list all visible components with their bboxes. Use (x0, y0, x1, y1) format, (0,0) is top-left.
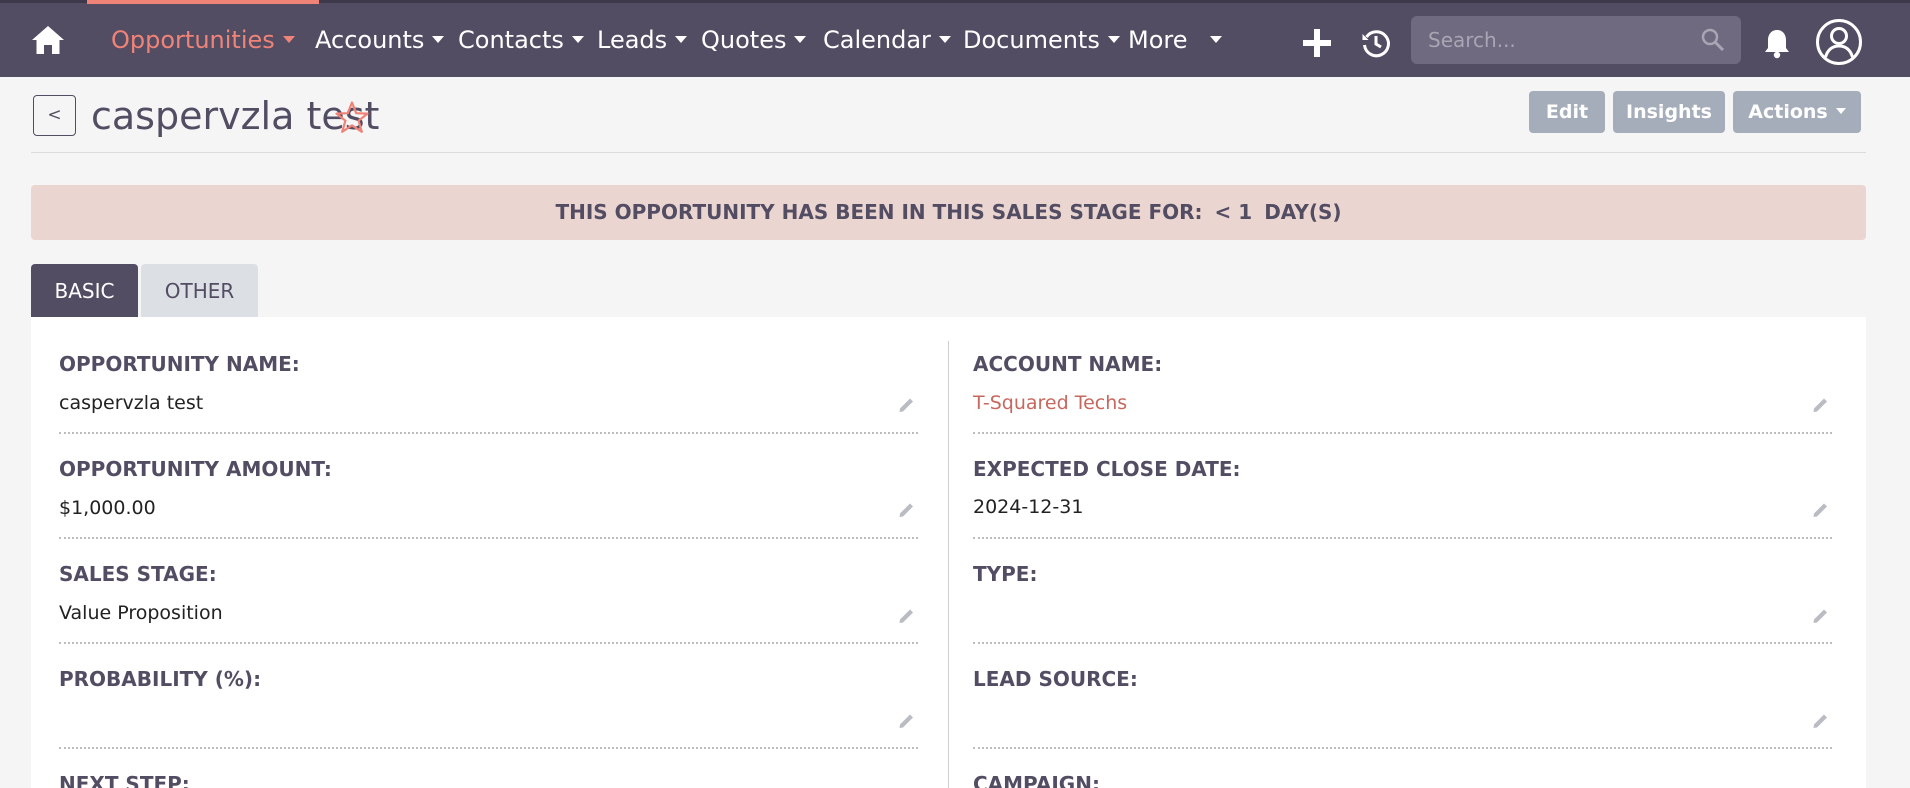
next-step-label: NEXT STEP: (59, 772, 190, 788)
pencil-icon[interactable] (897, 499, 917, 519)
field-divider (973, 642, 1832, 644)
chevron-down-icon (794, 35, 807, 43)
nav-item-label: Documents (963, 26, 1100, 54)
search-box[interactable] (1411, 16, 1741, 64)
campaign-label: CAMPAIGN: (973, 772, 1100, 788)
tab-basic[interactable]: BASIC (31, 264, 138, 317)
nav-item-label: Contacts (458, 26, 564, 54)
chevron-down-icon (571, 35, 584, 43)
field-divider (59, 432, 918, 434)
back-button[interactable]: < (33, 95, 76, 136)
opportunity-amount-value: $1,000.00 (59, 497, 156, 519)
opportunity-name-value: caspervzla test (59, 392, 204, 414)
plus-icon[interactable] (1302, 28, 1332, 58)
field-divider (59, 747, 918, 749)
chevron-down-icon (1107, 35, 1120, 43)
nav-item-quotes[interactable]: Quotes (701, 0, 807, 77)
user-icon[interactable] (1815, 18, 1863, 66)
pencil-icon[interactable] (1811, 605, 1831, 625)
opportunity-name-label: OPPORTUNITY NAME: (59, 352, 300, 376)
chevron-down-icon (1835, 107, 1846, 114)
chevron-down-icon (938, 35, 951, 43)
history-icon[interactable] (1361, 28, 1391, 58)
probability-label: PROBABILITY (%): (59, 667, 262, 691)
nav-item-contacts[interactable]: Contacts (458, 0, 584, 77)
pencil-icon[interactable] (897, 710, 917, 730)
column-divider (948, 341, 949, 788)
nav-item-label: Opportunities (111, 26, 275, 54)
edit-button[interactable]: Edit (1529, 91, 1605, 133)
nav-item-label: Accounts (315, 26, 425, 54)
lead-source-label: LEAD SOURCE: (973, 667, 1138, 691)
type-label: TYPE: (973, 562, 1038, 586)
nav-item-more[interactable]: More (1128, 0, 1222, 77)
opportunity-amount-label: OPPORTUNITY AMOUNT: (59, 457, 332, 481)
pencil-icon[interactable] (897, 605, 917, 625)
nav-item-calendar[interactable]: Calendar (823, 0, 951, 77)
chevron-down-icon (432, 35, 445, 43)
actions-button[interactable]: Actions (1733, 91, 1861, 133)
account-name-label: ACCOUNT NAME: (973, 352, 1163, 376)
pencil-icon[interactable] (1811, 394, 1831, 414)
header-divider (31, 152, 1866, 153)
pencil-icon[interactable] (1811, 499, 1831, 519)
tab-other[interactable]: OTHER (141, 264, 258, 317)
top-nav: Opportunities Accounts Contacts Leads Qu… (0, 0, 1910, 77)
nav-item-label: More (1128, 26, 1188, 54)
star-icon[interactable] (334, 100, 370, 136)
banner-text: THIS OPPORTUNITY HAS BEEN IN THIS SALES … (555, 200, 1203, 224)
nav-item-label: Leads (597, 26, 668, 54)
home-icon[interactable] (30, 24, 66, 56)
search-input[interactable] (1411, 16, 1691, 64)
chevron-down-icon (675, 35, 688, 43)
field-divider (59, 537, 918, 539)
nav-item-accounts[interactable]: Accounts (315, 0, 445, 77)
nav-item-label: Quotes (701, 26, 787, 54)
expected-close-date-value: 2024-12-31 (973, 496, 1084, 518)
expected-close-date-label: EXPECTED CLOSE DATE: (973, 457, 1241, 481)
pencil-icon[interactable] (897, 394, 917, 414)
field-divider (973, 432, 1832, 434)
field-divider (59, 642, 918, 644)
field-divider (973, 537, 1832, 539)
field-divider (973, 747, 1832, 749)
nav-item-label: Calendar (823, 26, 931, 54)
chevron-down-icon (1209, 35, 1222, 43)
bell-icon[interactable] (1762, 27, 1792, 59)
sales-stage-banner: THIS OPPORTUNITY HAS BEEN IN THIS SALES … (31, 185, 1866, 240)
pencil-icon[interactable] (1811, 710, 1831, 730)
nav-item-documents[interactable]: Documents (963, 0, 1120, 77)
nav-item-leads[interactable]: Leads (597, 0, 688, 77)
sales-stage-label: SALES STAGE: (59, 562, 217, 586)
chevron-down-icon (282, 35, 295, 43)
insights-button[interactable]: Insights (1613, 91, 1725, 133)
search-icon[interactable] (1701, 28, 1725, 52)
banner-unit: DAY(S) (1264, 200, 1342, 224)
actions-button-label: Actions (1748, 101, 1828, 123)
sales-stage-value: Value Proposition (59, 602, 223, 624)
banner-value: < 1 (1214, 200, 1253, 224)
nav-item-opportunities[interactable]: Opportunities (87, 0, 319, 77)
account-name-link[interactable]: T-Squared Techs (973, 392, 1127, 414)
